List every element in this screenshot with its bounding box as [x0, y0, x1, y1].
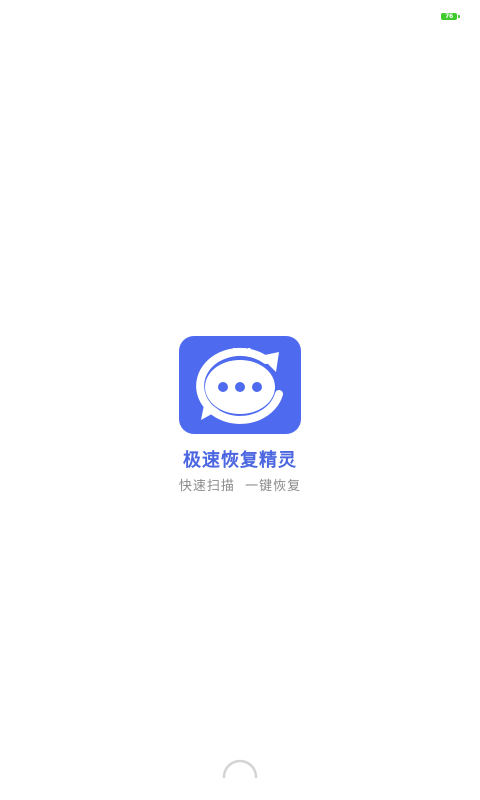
- app-name: 极速恢复精灵: [183, 450, 297, 471]
- loading-spinner-icon: [221, 755, 259, 793]
- battery-level: 76: [445, 13, 453, 20]
- app-logo-icon: [179, 336, 301, 434]
- app-slogan: 快速扫描 一键恢复: [178, 479, 302, 494]
- chat-refresh-icon: [196, 347, 283, 424]
- battery-icon: 76: [441, 13, 460, 20]
- status-bar: 76: [0, 0, 480, 30]
